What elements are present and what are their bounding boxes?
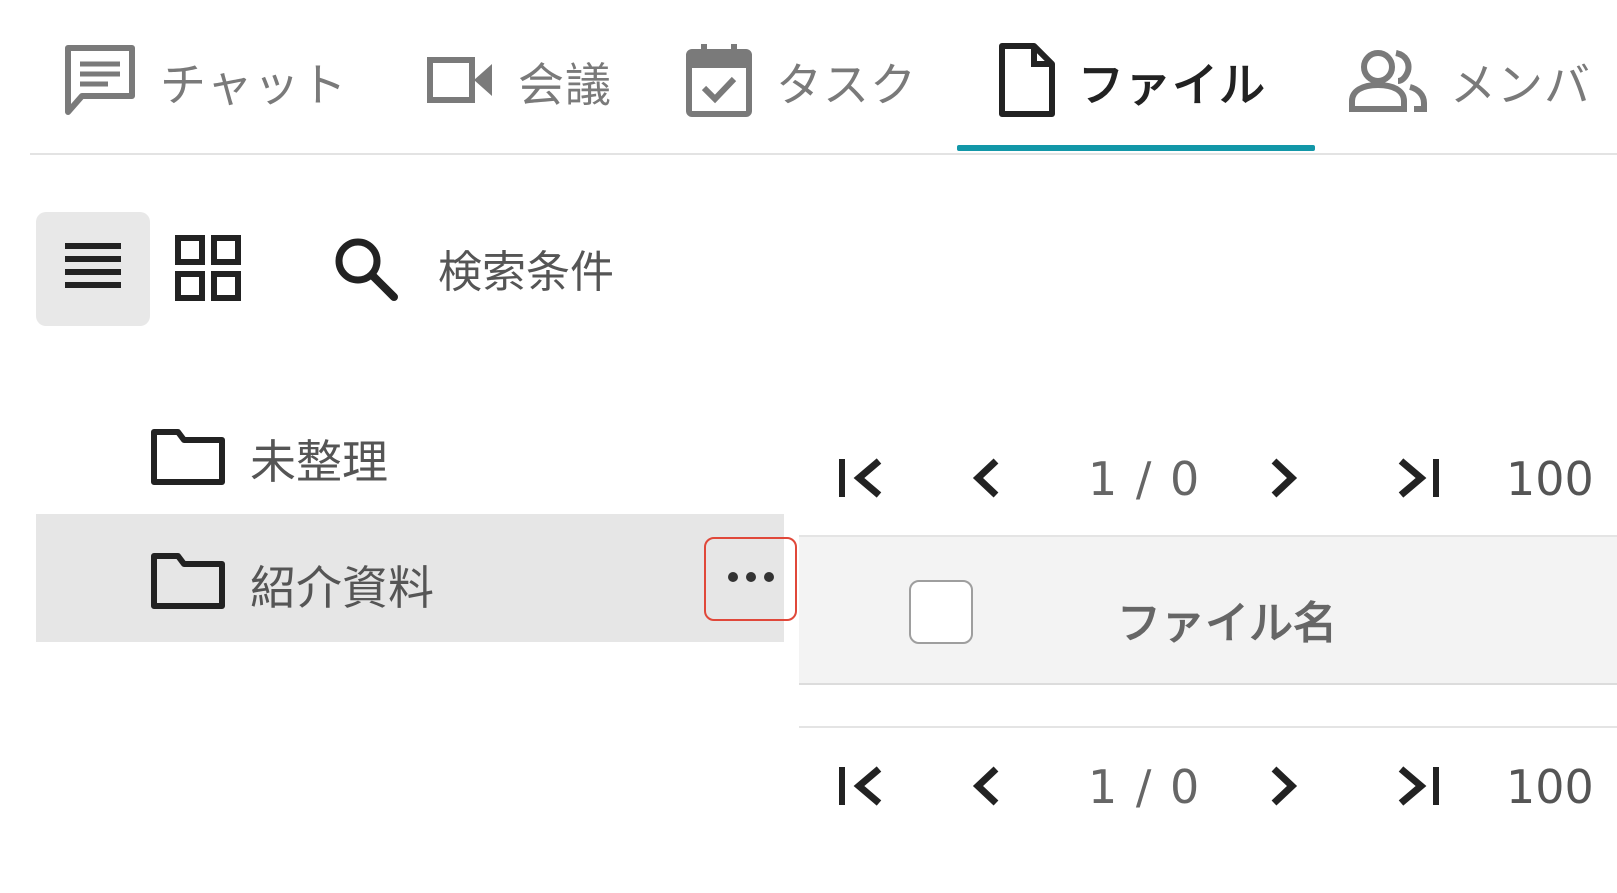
last-page-button[interactable]	[1386, 748, 1450, 828]
first-page-icon	[835, 761, 889, 815]
tab-bar: チャット 会議 タスク ファイル メンバ	[30, 0, 1617, 155]
more-horizontal-icon	[725, 569, 777, 589]
tab-file-label: ファイル	[1078, 58, 1266, 112]
tab-chat-label: チャット	[160, 58, 348, 112]
select-all-checkbox[interactable]	[909, 580, 973, 644]
chat-icon	[62, 42, 138, 122]
chevron-right-icon	[1264, 761, 1304, 815]
search-icon	[332, 235, 398, 305]
calendar-check-icon	[684, 42, 754, 122]
first-page-icon	[835, 453, 889, 507]
pagination-top: 1 / 0 100	[830, 440, 1617, 520]
tab-members-label: メンバ	[1450, 58, 1591, 112]
prev-page-button[interactable]	[954, 440, 1018, 520]
folder-item-intro-materials[interactable]: 紹介資料	[36, 514, 784, 642]
next-page-button[interactable]	[1252, 748, 1316, 828]
app-root: チャット 会議 タスク ファイル メンバ 検索条件 未整理 紹介資料 1 / 0…	[0, 0, 1617, 893]
table-divider	[799, 726, 1617, 728]
last-page-button[interactable]	[1386, 440, 1450, 520]
folder-icon	[150, 424, 226, 490]
active-tab-indicator	[957, 145, 1315, 151]
tab-meeting-label: 会議	[518, 58, 612, 112]
chevron-left-icon	[966, 453, 1006, 507]
file-icon	[996, 42, 1056, 122]
grid-view-icon	[175, 235, 241, 305]
folder-label: 紹介資料	[250, 561, 434, 615]
tab-task[interactable]: タスク	[684, 40, 917, 124]
search-conditions-label[interactable]: 検索条件	[438, 236, 614, 300]
members-icon	[1348, 47, 1428, 117]
page-size[interactable]: 100	[1506, 760, 1594, 814]
tab-chat[interactable]: チャット	[62, 40, 348, 124]
first-page-button[interactable]	[830, 748, 894, 828]
chevron-right-icon	[1264, 453, 1304, 507]
pagination-bottom: 1 / 0 100	[830, 748, 1617, 828]
tab-meeting[interactable]: 会議	[426, 40, 612, 124]
folder-more-button[interactable]	[704, 537, 797, 621]
next-page-button[interactable]	[1252, 440, 1316, 520]
prev-page-button[interactable]	[954, 748, 1018, 828]
grid-view-button[interactable]	[160, 222, 256, 318]
page-info: 1 / 0	[1088, 760, 1202, 814]
last-page-icon	[1391, 761, 1445, 815]
first-page-button[interactable]	[830, 440, 894, 520]
chevron-left-icon	[966, 761, 1006, 815]
search-button[interactable]	[320, 230, 410, 310]
video-icon	[426, 50, 496, 114]
file-table-header: ファイル名	[799, 535, 1617, 685]
folder-label: 未整理	[250, 435, 388, 489]
column-header-filename[interactable]: ファイル名	[1117, 587, 1337, 651]
folder-icon	[150, 548, 226, 614]
tab-members[interactable]: メンバ	[1348, 40, 1591, 124]
list-view-button[interactable]	[36, 212, 150, 326]
page-size[interactable]: 100	[1506, 452, 1594, 506]
last-page-icon	[1391, 453, 1445, 507]
tab-file[interactable]: ファイル	[996, 40, 1266, 124]
tab-task-label: タスク	[776, 58, 917, 112]
page-info: 1 / 0	[1088, 452, 1202, 506]
folder-item-unsorted[interactable]: 未整理	[36, 390, 784, 518]
list-view-icon	[63, 239, 123, 299]
